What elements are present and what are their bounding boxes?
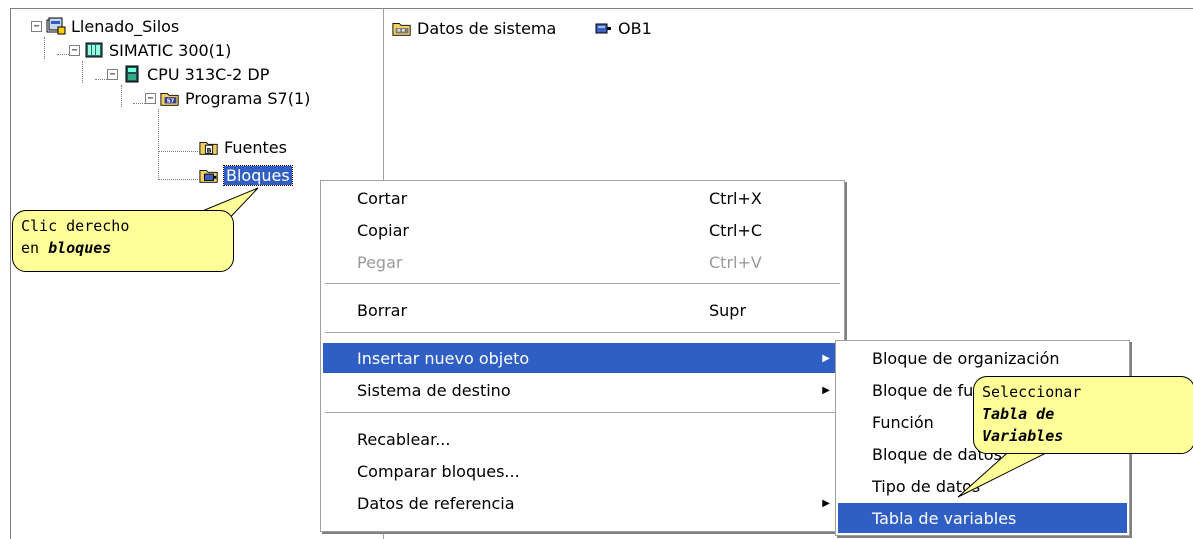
callout-line: Clic derecho: [21, 217, 130, 235]
callout-emphasis: bloques: [48, 239, 112, 257]
callout-line: Tabla de: [982, 403, 1186, 425]
callout-emphasis: Variables: [982, 427, 1064, 445]
callout-select: Seleccionar Tabla de Variables: [973, 376, 1193, 454]
callout-line: en bloques: [21, 239, 112, 257]
callout-emphasis: Tabla de: [982, 405, 1055, 423]
callout-line: Variables: [982, 425, 1186, 447]
callout-right-click: Clic derecho en bloques: [12, 210, 234, 272]
callout-line: Seleccionar: [982, 383, 1082, 401]
